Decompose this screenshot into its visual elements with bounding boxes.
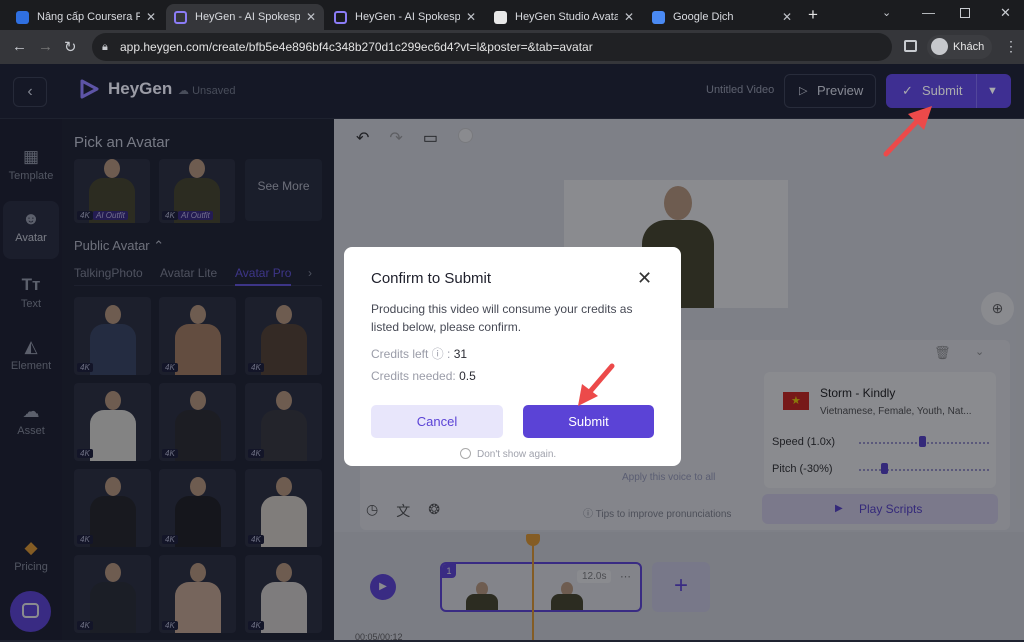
browser-tab[interactable]: Nâng cấp Coursera Plus ✕ [8,4,164,30]
restore-icon[interactable] [960,8,970,18]
close-tab-icon[interactable]: ✕ [146,10,156,24]
minimize-icon[interactable]: — [922,5,935,20]
close-tab-icon[interactable]: ✕ [306,10,316,24]
credits-needed: Credits needed: 0.5 [371,369,476,383]
heygen-favicon-icon [174,10,187,24]
reload-icon[interactable]: ↻ [64,38,77,56]
more-menu-icon[interactable]: ⋮ [1004,38,1018,55]
address-bar-row: ← → ↻ 🔒︎ app.heygen.com/create/bfb5e4e89… [0,30,1024,64]
back-arrow-icon[interactable]: ← [12,38,27,55]
google-translate-favicon-icon [652,10,665,24]
annotation-arrow-icon [883,106,932,157]
coursera-favicon-icon [16,10,29,24]
browser-tab[interactable]: HeyGen - AI Spokesper ✕ [326,4,484,30]
close-tab-icon[interactable]: ✕ [624,10,634,24]
url-field[interactable]: 🔒︎ app.heygen.com/create/bfb5e4e896bf4c3… [92,33,892,61]
notion-favicon-icon [494,10,507,24]
browser-tab-active[interactable]: HeyGen - AI Spokesper ✕ [166,4,324,30]
close-tab-icon[interactable]: ✕ [782,10,792,24]
browser-tab[interactable]: Google Dịch ✕ [644,4,800,30]
dialog-description: Producing this video will consume your c… [371,302,633,334]
cancel-button[interactable]: Cancel [371,405,503,438]
lock-icon: 🔒︎ [102,41,108,53]
profile-button[interactable]: Khách [927,35,992,59]
browser-tab-bar: Nâng cấp Coursera Plus ✕ HeyGen - AI Spo… [0,0,1024,30]
dont-show-again-option[interactable]: Don't show again. [460,448,556,460]
close-icon[interactable]: ✕ [637,268,652,289]
dialog-title: Confirm to Submit [371,270,492,287]
tab-search-icon[interactable]: ⌄ [882,6,891,19]
forward-arrow-icon[interactable]: → [38,38,53,55]
new-tab-icon[interactable]: + [808,5,818,25]
close-tab-icon[interactable]: ✕ [466,10,476,24]
window-close-icon[interactable]: ✕ [1000,5,1011,21]
side-panel-icon[interactable] [904,40,917,52]
annotation-arrow-icon [578,363,615,406]
confirm-submit-dialog: Confirm to Submit ✕ Producing this video… [344,247,681,466]
credits-left: Credits left ⓘ : 31 [371,347,468,361]
browser-tab[interactable]: HeyGen Studio Avatar ✕ [486,4,642,30]
radio-icon [460,448,471,459]
avatar [931,38,948,55]
heygen-favicon-icon [334,10,347,24]
header-backdrop [0,64,1024,119]
